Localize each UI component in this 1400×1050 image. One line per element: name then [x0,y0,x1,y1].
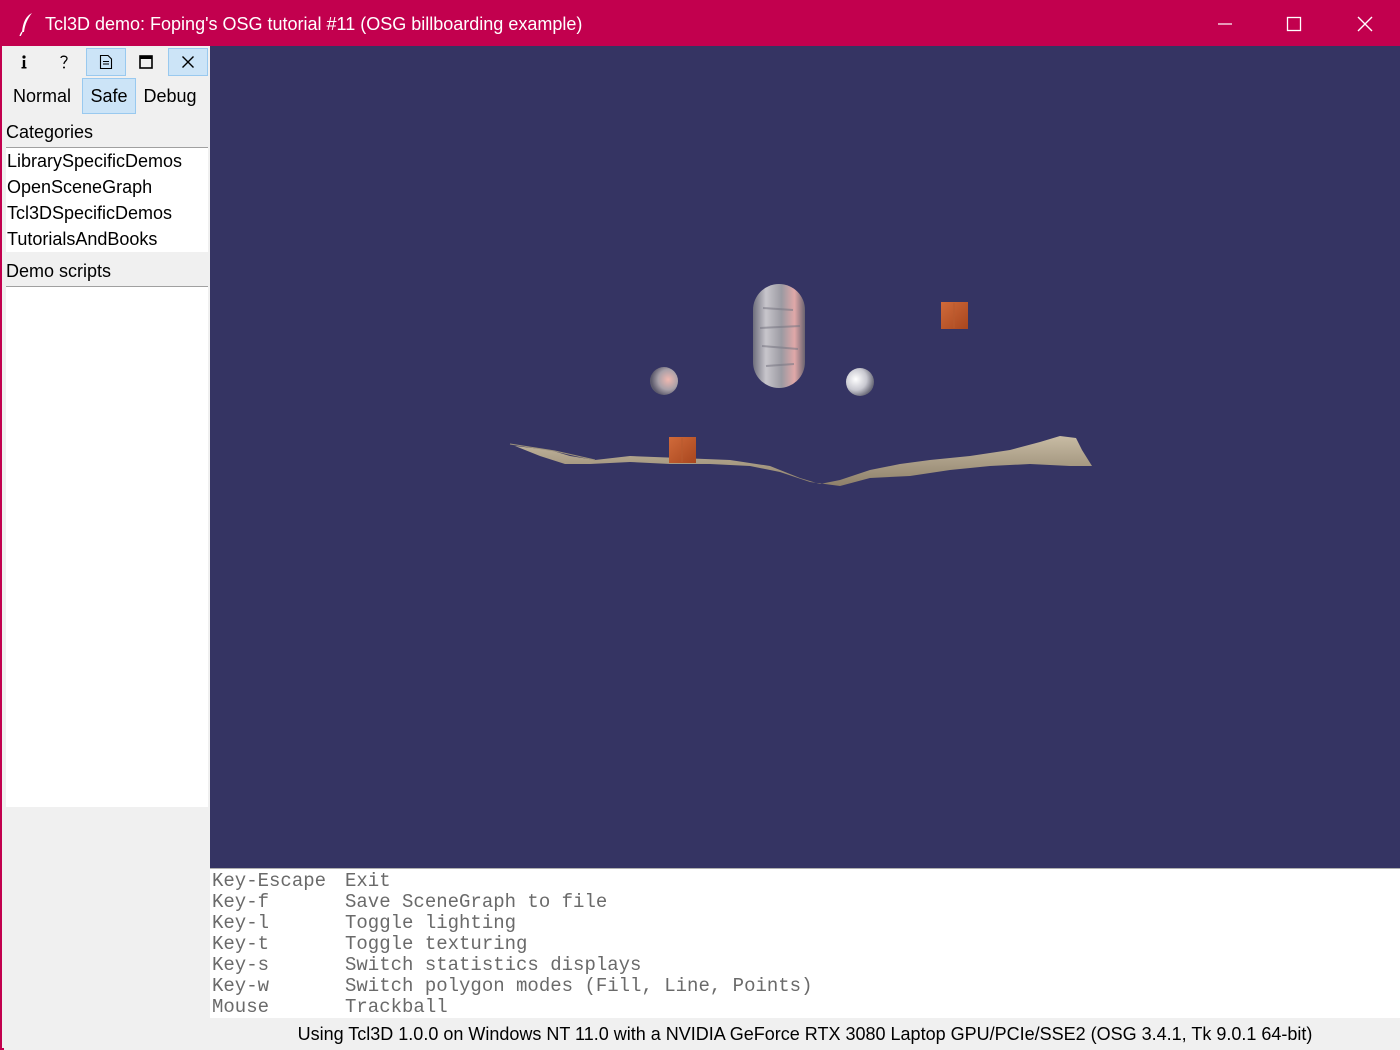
minimize-button[interactable] [1190,2,1260,46]
window-title: Tcl3D demo: Foping's OSG tutorial #11 (O… [45,14,583,34]
key-bindings-panel: Key-Escape Exit Key-f Save SceneGraph to fi… [210,868,1400,1018]
sphere-right [846,368,874,396]
key-name: Key-t [212,933,270,955]
mode-normal-button[interactable]: Normal [4,78,80,114]
category-list-item[interactable]: LibrarySpecificDemos [6,148,208,174]
minimize-icon [1218,23,1232,25]
key-binding-row: Key-Escape Exit [212,871,1400,892]
close-icon [182,56,194,68]
close-icon [1357,16,1373,32]
osg-3d-viewport[interactable] [210,46,1400,868]
fullscreen-button[interactable] [126,48,166,76]
category-list-item[interactable]: TutorialsAndBooks [6,226,208,252]
window-icon [139,55,153,69]
demo-scripts-listbox[interactable] [6,286,208,807]
key-name: Key-l [212,912,270,934]
close-window-button[interactable] [1330,2,1400,46]
exit-button[interactable] [168,48,208,76]
scene-render [509,284,1092,486]
category-list-item[interactable]: Tcl3DSpecificDemos [6,200,208,226]
sidebar: Normal Safe Debug Categories LibrarySpec… [4,46,210,1050]
help-button[interactable] [44,48,84,76]
categories-listbox[interactable]: LibrarySpecificDemos OpenSceneGraph Tcl3DS… [6,147,208,252]
terrain-surface [515,436,1092,486]
key-name: Key-Escape [212,870,327,892]
key-action: Switch polygon modes (Fill, Line, Points… [345,975,813,997]
mode-selector: Normal Safe Debug [4,78,210,114]
key-binding-row: Key-w Switch polygon modes (Fill, Line, P… [212,976,1400,997]
help-icon [60,55,68,69]
mode-debug-button[interactable]: Debug [138,78,202,114]
key-action: Exit [345,870,391,892]
document-icon [99,54,113,70]
demo-scripts-label: Demo scripts [6,261,112,281]
key-binding-row: Key-t Toggle texturing [212,934,1400,955]
key-binding-row: Key-f Save SceneGraph to file [212,892,1400,913]
title-bar[interactable]: Tcl3D demo: Foping's OSG tutorial #11 (O… [2,2,1400,46]
category-list-item[interactable]: OpenSceneGraph [6,174,208,200]
info-icon [21,55,27,69]
key-action: Save SceneGraph to file [345,891,608,913]
app-window: Tcl3D demo: Foping's OSG tutorial #11 (O… [0,0,1400,1050]
key-binding-row: Mouse Trackball [212,997,1400,1018]
sphere-left [650,367,678,395]
maximize-icon [1286,16,1302,32]
key-action: Toggle lighting [345,912,517,934]
status-bar: Using Tcl3D 1.0.0 on Windows NT 11.0 wit… [210,1018,1400,1050]
key-action: Toggle texturing [345,933,528,955]
mode-safe-button[interactable]: Safe [82,78,136,114]
info-button[interactable] [4,48,44,76]
maximize-button[interactable] [1259,2,1329,46]
key-action: Trackball [345,996,448,1018]
key-action: Switch statistics displays [345,954,642,976]
view-source-button[interactable] [86,48,126,76]
key-binding-row: Key-s Switch statistics displays [212,955,1400,976]
feather-icon [19,13,32,36]
categories-label: Categories [6,122,94,142]
key-name: Key-f [212,891,270,913]
key-name: Key-w [212,975,270,997]
rotating-capsule [753,284,805,388]
demo-scripts-header: Demo scripts [4,254,210,286]
key-binding-row: Key-l Toggle lighting [212,913,1400,934]
key-name: Mouse [212,996,270,1018]
toolbar [4,48,210,76]
status-text: Using Tcl3D 1.0.0 on Windows NT 11.0 wit… [297,1023,1313,1044]
key-name: Key-s [212,954,270,976]
